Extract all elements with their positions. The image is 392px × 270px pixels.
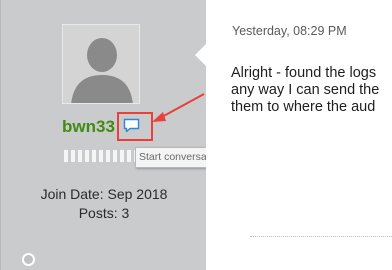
message-line: any way I can send the (231, 82, 380, 98)
post-divider (250, 236, 392, 237)
post-timestamp: Yesterday, 08:29 PM (232, 24, 347, 38)
message-line: them to where the aud (231, 99, 376, 115)
post-pointer (195, 44, 206, 66)
post-content: Yesterday, 08:29 PM Alright - found the … (195, 0, 392, 270)
post-message: Alright - found the logs any way I can s… (231, 65, 392, 116)
message-line: Alright - found the logs (231, 65, 377, 81)
